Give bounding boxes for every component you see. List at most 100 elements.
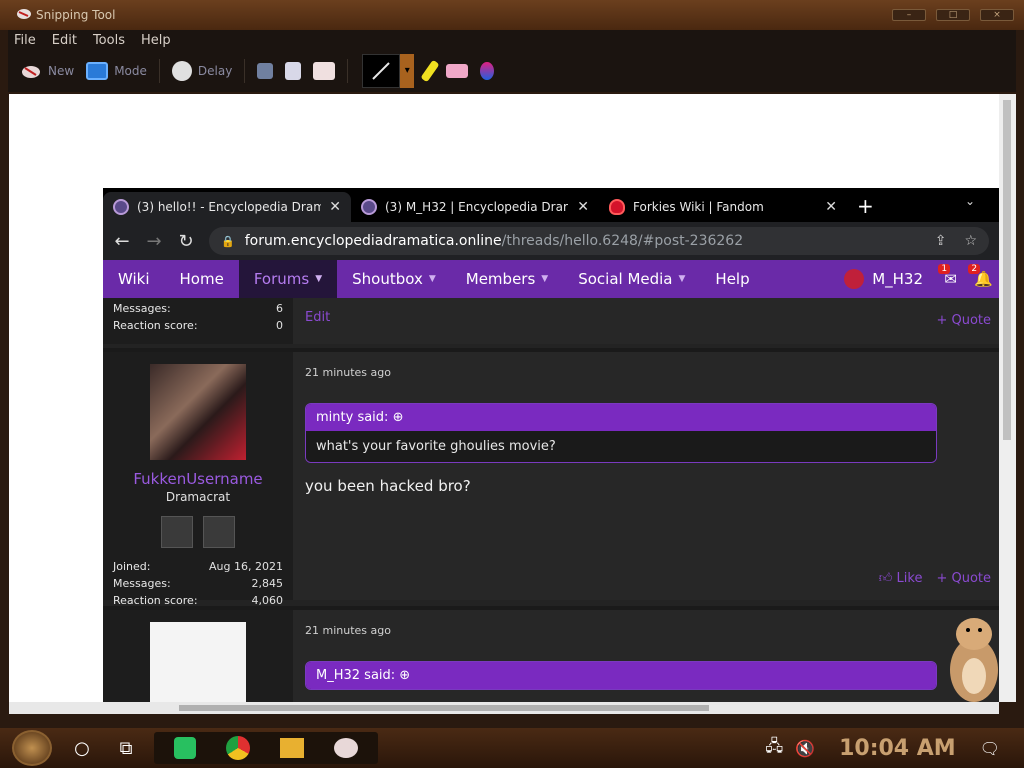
save-button[interactable]: [257, 63, 274, 79]
chrome-icon[interactable]: [226, 736, 250, 760]
browser-tab-hello[interactable]: (3) hello!! - Encyclopedia Drama ✕: [103, 192, 351, 222]
nav-members[interactable]: Members ▼: [451, 260, 563, 298]
nav-label: Members: [465, 270, 536, 288]
post-username[interactable]: FukkenUsername: [113, 470, 283, 488]
chevron-down-icon[interactable]: ▼: [679, 274, 686, 284]
post: FukkenUsername Dramacrat Joined: Aug 16, …: [103, 348, 999, 607]
share-icon[interactable]: ⇪: [935, 233, 947, 249]
system-tray: 🖧 🔇 10:04 AM 🗨: [765, 728, 1024, 768]
clock-icon: [171, 61, 192, 81]
start-button[interactable]: [12, 730, 52, 766]
menu-help[interactable]: Help: [141, 33, 171, 48]
avatar[interactable]: [150, 364, 246, 460]
taskbar-clock[interactable]: 10:04 AM: [839, 736, 956, 761]
toolbar-divider: [244, 59, 246, 83]
bookmark-star-icon[interactable]: ☆: [964, 233, 977, 249]
close-tab-icon[interactable]: ✕: [329, 199, 341, 215]
taskbar: ○ ⧉ 🖧 🔇 10:04 AM 🗨: [0, 728, 1024, 768]
file-explorer-icon[interactable]: [280, 738, 304, 758]
menu-tools[interactable]: Tools: [93, 33, 125, 48]
quote-text: what's your favorite ghoulies movie?: [306, 431, 936, 462]
scroll-thumb[interactable]: [1003, 100, 1011, 440]
scroll-thumb[interactable]: [179, 705, 709, 711]
close-tab-icon[interactable]: ✕: [825, 199, 837, 215]
pen-dropdown[interactable]: ▾: [400, 54, 415, 88]
nav-shoutbox[interactable]: Shoutbox ▼: [337, 260, 451, 298]
account-menu[interactable]: M_H32: [844, 269, 923, 289]
browser-tab-forkies[interactable]: Forkies Wiki | Fandom ✕: [599, 192, 847, 222]
tab-search-icon[interactable]: ⌄: [965, 194, 975, 208]
chevron-down-icon[interactable]: ▼: [315, 274, 322, 284]
post-content: Edit + Quote: [293, 298, 999, 344]
nav-social-media[interactable]: Social Media ▼: [563, 260, 700, 298]
quote-block: M_H32 said: ⊕: [305, 661, 937, 690]
reload-icon[interactable]: ↻: [177, 231, 195, 252]
search-circle-icon[interactable]: ○: [68, 734, 96, 762]
copy-icon: [285, 62, 302, 80]
nav-forums[interactable]: Forums ▼: [238, 260, 338, 298]
edit-link[interactable]: Edit: [305, 310, 330, 325]
nav-wiki[interactable]: Wiki: [103, 260, 165, 298]
notifications-icon[interactable]: 🗨: [980, 739, 1000, 758]
snipping-tool-taskbar-icon[interactable]: [334, 738, 358, 758]
maximize-button[interactable]: □: [936, 9, 970, 21]
send-button[interactable]: [313, 62, 336, 80]
pen-icon: [372, 62, 391, 80]
alerts-button[interactable]: 2 🔔: [968, 264, 993, 288]
toolbar: New Mode Delay ▾: [8, 50, 1016, 92]
chevron-down-icon[interactable]: ▼: [429, 274, 436, 284]
chevron-down-icon[interactable]: ▼: [541, 274, 548, 284]
tab-label: (3) hello!! - Encyclopedia Drama: [137, 200, 322, 214]
copy-button[interactable]: [285, 62, 302, 80]
post-timestamp[interactable]: 21 minutes ago: [305, 624, 987, 637]
highlighter-button[interactable]: [420, 59, 440, 83]
browser-window: (3) hello!! - Encyclopedia Drama ✕ (3) M…: [103, 188, 999, 702]
volume-muted-icon[interactable]: 🔇: [795, 739, 815, 758]
quote-button[interactable]: + Quote: [936, 313, 991, 328]
eraser-button[interactable]: [446, 64, 469, 78]
notes-app-icon[interactable]: [174, 737, 196, 759]
delay-button[interactable]: Delay: [171, 61, 232, 81]
avatar[interactable]: [150, 622, 246, 702]
close-tab-icon[interactable]: ✕: [577, 199, 589, 215]
network-icon[interactable]: 🖧: [765, 735, 783, 762]
nav-home[interactable]: Home: [165, 260, 239, 298]
stat-label: Messages:: [113, 302, 171, 315]
post-user-info: [103, 610, 293, 702]
close-button[interactable]: ×: [980, 9, 1014, 21]
nav-help[interactable]: Help: [700, 260, 764, 298]
forward-icon[interactable]: →: [145, 231, 163, 252]
inbox-button[interactable]: 1 ✉: [938, 264, 957, 288]
stat-label: Joined:: [113, 560, 151, 573]
nav-label: Social Media: [578, 270, 673, 288]
avatar: [844, 269, 865, 289]
window-title: Snipping Tool: [36, 8, 116, 22]
like-button[interactable]: 👍︎ Like: [879, 571, 923, 586]
toolbar-divider: [158, 59, 160, 83]
minimize-button[interactable]: –: [892, 9, 926, 21]
stat-value: 6: [276, 302, 283, 315]
quote-button[interactable]: + Quote: [936, 571, 991, 586]
user-banners: [113, 516, 283, 548]
user-title: Dramacrat: [165, 490, 231, 504]
quote-author[interactable]: M_H32 said: ⊕: [306, 662, 936, 689]
mode-button[interactable]: Mode: [86, 62, 147, 80]
back-icon[interactable]: ←: [113, 231, 131, 252]
site-navbar: Wiki Home Forums ▼ Shoutbox ▼ Members ▼ Soc…: [103, 260, 999, 298]
new-button[interactable]: New: [20, 62, 74, 80]
url-input[interactable]: 🔒 forum.encyclopediadramatica.online/thr…: [209, 227, 989, 255]
browser-tab-mh32[interactable]: (3) M_H32 | Encyclopedia Drar ✕: [351, 192, 599, 222]
menu-edit[interactable]: Edit: [52, 33, 77, 48]
menu-file[interactable]: File: [14, 33, 36, 48]
horizontal-scrollbar[interactable]: [9, 702, 999, 714]
tab-strip: (3) hello!! - Encyclopedia Drama ✕ (3) M…: [103, 188, 999, 222]
post-timestamp[interactable]: 21 minutes ago: [305, 366, 987, 379]
task-view-icon[interactable]: ⧉: [112, 734, 140, 762]
new-tab-icon[interactable]: +: [857, 194, 874, 218]
quote-author[interactable]: minty said: ⊕: [306, 404, 936, 431]
mode-label: Mode: [114, 64, 147, 78]
pen-button[interactable]: [362, 54, 401, 88]
url-host: forum.encyclopediadramatica.online: [244, 233, 502, 249]
paint-button[interactable]: [480, 62, 495, 80]
stat-value: Aug 16, 2021: [209, 560, 283, 573]
